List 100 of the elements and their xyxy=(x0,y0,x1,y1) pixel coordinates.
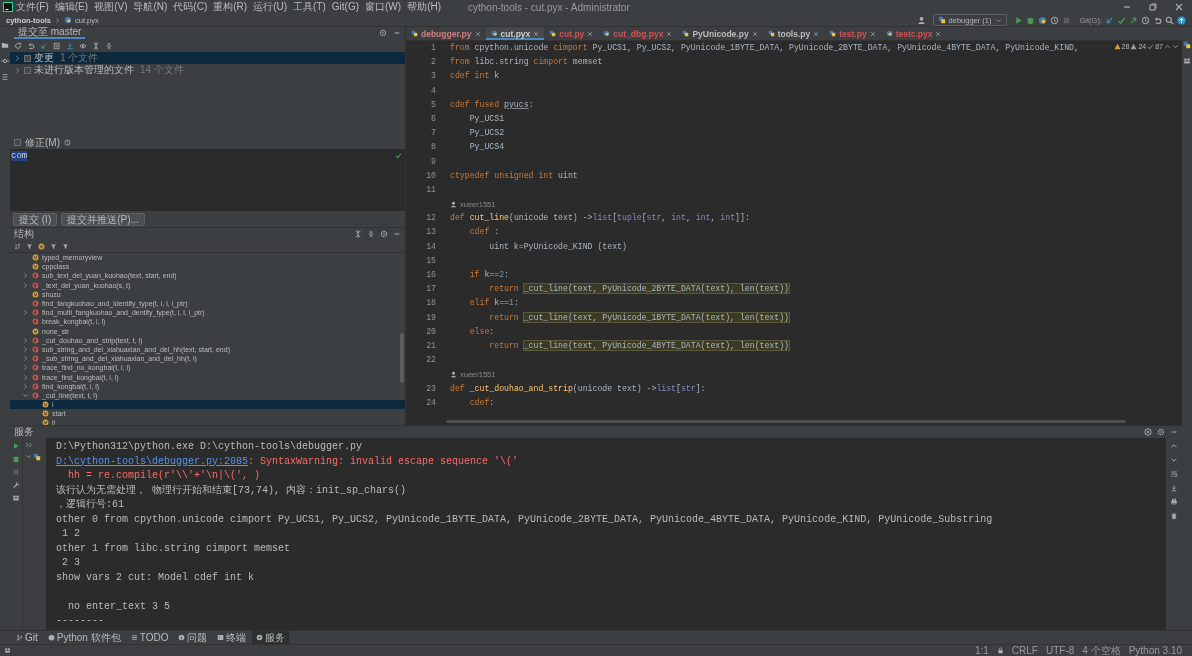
double-chevron-icon[interactable] xyxy=(25,441,33,449)
indent-setting[interactable]: 4 个空格 xyxy=(1082,645,1121,656)
refresh-icon[interactable] xyxy=(14,41,22,50)
menu-item[interactable]: 编辑(E) xyxy=(51,0,92,14)
user-icon[interactable] xyxy=(916,15,926,25)
menu-item[interactable]: 视图(V) xyxy=(91,0,131,14)
close-circle-icon[interactable] xyxy=(1144,428,1152,436)
file-icon xyxy=(411,30,418,37)
menu-item[interactable]: 窗口(W) xyxy=(362,0,405,14)
file-encoding[interactable]: UTF-8 xyxy=(1045,645,1075,656)
tool-window-button[interactable]: Git xyxy=(12,631,42,644)
checkbox[interactable] xyxy=(24,66,31,74)
console-output-line: ，逻辑行号:61 xyxy=(56,499,124,510)
menu-item[interactable]: 重构(R) xyxy=(210,0,251,14)
close-icon[interactable] xyxy=(1174,2,1184,12)
menu-item[interactable]: Git(G) xyxy=(328,0,363,14)
minimize-icon[interactable] xyxy=(393,29,401,37)
horizontal-scrollbar[interactable] xyxy=(446,420,1126,423)
restore-icon[interactable] xyxy=(1148,2,1158,12)
checkbox[interactable] xyxy=(24,54,31,62)
close-icon[interactable] xyxy=(666,30,673,37)
close-icon[interactable] xyxy=(474,30,481,37)
search-icon[interactable] xyxy=(1165,15,1174,25)
close-icon[interactable] xyxy=(587,30,594,37)
settings-icon[interactable] xyxy=(380,230,388,238)
push-arrow-icon[interactable] xyxy=(1129,15,1138,25)
menu-item[interactable]: 运行(U) xyxy=(250,0,291,14)
tool-window-button[interactable]: Python 软件包 xyxy=(43,631,125,644)
structure-icon[interactable] xyxy=(1,73,9,81)
update-icon[interactable] xyxy=(1177,15,1186,25)
close-icon[interactable] xyxy=(813,30,820,37)
tool-window-button[interactable]: 问题 xyxy=(174,631,212,644)
history-icon[interactable] xyxy=(1141,15,1150,25)
caret-position[interactable]: 1:1 xyxy=(974,645,989,656)
line-number: 9 xyxy=(430,155,437,168)
rollback-icon[interactable] xyxy=(1153,15,1162,25)
close-icon[interactable] xyxy=(533,30,540,37)
app-logo-icon[interactable] xyxy=(3,2,13,12)
collapse-all-icon[interactable] xyxy=(367,230,375,238)
close-icon[interactable] xyxy=(935,30,942,37)
sort-icon[interactable] xyxy=(14,242,21,250)
editor-tab[interactable]: cut.pyx xyxy=(485,27,545,40)
field-icon[interactable] xyxy=(38,242,45,250)
code-line: return _cut_line(text, PyUnicode_2BYTE_DATA(text), len(text)) xyxy=(488,283,790,296)
commit-icon[interactable] xyxy=(1,57,9,65)
commit-check-icon[interactable] xyxy=(1117,15,1126,25)
line-separator[interactable]: CRLF xyxy=(1011,645,1038,656)
python-interpreter[interactable]: Python 3.10 xyxy=(1128,645,1182,656)
run-icon[interactable] xyxy=(12,442,20,450)
history-icon[interactable] xyxy=(64,139,71,146)
editor-tab[interactable]: tools.py xyxy=(762,27,825,40)
filter-icon[interactable] xyxy=(26,242,33,250)
line-number: 6 xyxy=(430,112,437,125)
menu-item[interactable]: 代码(C) xyxy=(170,0,211,14)
bug-icon[interactable] xyxy=(12,455,20,463)
terminal-icon xyxy=(217,634,225,641)
menu-item[interactable]: 导航(N) xyxy=(130,0,171,14)
collapse-all-icon[interactable] xyxy=(105,41,113,50)
close-icon[interactable] xyxy=(751,30,758,37)
menu-item[interactable]: 帮助(H) xyxy=(404,0,445,14)
print-icon[interactable] xyxy=(1170,498,1178,506)
update-arrow-icon[interactable] xyxy=(1105,15,1114,25)
menu-item[interactable]: 工具(T) xyxy=(290,0,329,14)
code-line: Py_UCS1 xyxy=(468,112,505,125)
folder-icon[interactable] xyxy=(1,41,9,49)
menu-item[interactable]: 文件(F) xyxy=(13,0,52,14)
tool-window-button[interactable]: TODO xyxy=(126,631,173,644)
minimize-icon[interactable] xyxy=(393,230,401,238)
changes-tree-item[interactable]: 变更 1 个文件 xyxy=(10,52,405,64)
update-arrow-icon[interactable] xyxy=(40,41,48,50)
editor-tab[interactable]: debugger.py xyxy=(406,27,486,40)
commit-button[interactable]: 提交 (I) xyxy=(13,212,58,226)
tool-window-button[interactable]: 服务 xyxy=(252,631,290,644)
editor-tab[interactable]: PyUnicode.py xyxy=(677,27,763,40)
close-icon[interactable] xyxy=(869,30,876,37)
rollback-icon[interactable] xyxy=(27,41,35,50)
expand-all-icon[interactable] xyxy=(92,41,100,50)
wrench-icon[interactable] xyxy=(12,481,20,489)
tool-window-button[interactable]: 终端 xyxy=(213,631,251,644)
python-icon[interactable] xyxy=(1183,41,1191,49)
soft-wrap-icon[interactable] xyxy=(1170,470,1178,478)
file-link[interactable]: D:\cython-tools\debugger.py:2085 xyxy=(56,455,249,467)
scroll-to-end-icon[interactable] xyxy=(1170,484,1178,492)
eye-icon[interactable] xyxy=(79,41,87,50)
layout-icon[interactable] xyxy=(12,494,20,502)
commit-message-field[interactable]: com xyxy=(10,149,405,211)
trash-icon[interactable] xyxy=(1170,512,1178,520)
download-icon[interactable] xyxy=(66,41,74,50)
minimize-icon[interactable] xyxy=(1170,428,1178,436)
panel-tab[interactable]: 提交至 master xyxy=(14,27,86,39)
layout-icon[interactable] xyxy=(4,647,11,654)
amend-checkbox[interactable] xyxy=(14,139,21,146)
lock-icon[interactable] xyxy=(996,647,1004,654)
settings-icon[interactable] xyxy=(1157,428,1165,436)
diff-icon[interactable] xyxy=(53,41,61,50)
bug-icon[interactable] xyxy=(1025,15,1035,25)
expand-all-icon[interactable] xyxy=(354,230,362,238)
stop-icon[interactable] xyxy=(12,468,20,476)
settings-icon[interactable] xyxy=(379,29,387,37)
commit-and-push-button[interactable]: 提交并推送(P)... xyxy=(61,212,145,226)
